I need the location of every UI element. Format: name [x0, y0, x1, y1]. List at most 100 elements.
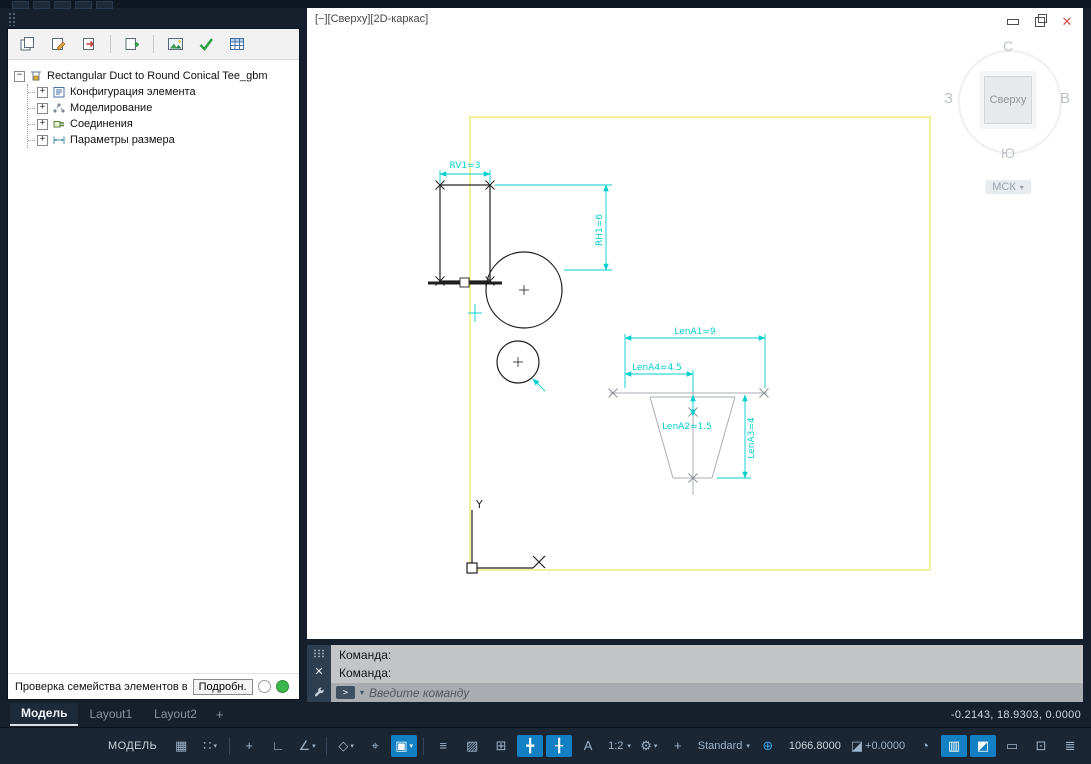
tree-item-dimension-parameters[interactable]: + Параметры размера	[28, 132, 293, 148]
transparency-icon: ▨	[465, 738, 479, 753]
command-prompt-icon[interactable]: >	[336, 686, 355, 699]
elevation-value: +0.0000	[865, 740, 906, 752]
viewcube-north[interactable]: С	[1003, 38, 1013, 54]
edit-family-icon	[52, 38, 66, 51]
isodraft-toggle[interactable]: ◇ ▾	[333, 735, 359, 757]
edit-family-button[interactable]	[45, 31, 71, 57]
qat-button[interactable]	[12, 1, 29, 9]
toolbar-separator	[110, 35, 111, 53]
expand-toggle[interactable]: +	[37, 86, 48, 98]
new-layout-button[interactable]: +	[208, 707, 232, 722]
tree-root-row[interactable]: − Rectangular Duct to Round Conical Tee_…	[14, 68, 293, 84]
family-panel-toolbar	[8, 29, 299, 60]
viewport-controls-label[interactable]: [−][Сверху][2D-каркас]	[315, 13, 428, 25]
monitor-icon: ▭	[1005, 738, 1019, 753]
graphics-performance-toggle[interactable]: ◩	[970, 735, 997, 757]
drag-grip-icon[interactable]	[313, 649, 325, 658]
expand-toggle[interactable]: +	[37, 118, 48, 130]
verify-family-button[interactable]	[193, 31, 219, 57]
export-family-button[interactable]	[76, 31, 102, 57]
dynamic-input-toggle[interactable]: +	[236, 735, 262, 757]
tree-root-label: Rectangular Duct to Round Conical Tee_gb…	[47, 70, 268, 82]
lineweight-toggle[interactable]: ≡	[430, 735, 456, 757]
tree-item-modeling[interactable]: + Моделирование	[28, 100, 293, 116]
expand-toggle[interactable]: +	[37, 134, 48, 146]
preview-image-icon	[167, 38, 183, 50]
viewcube-top-face[interactable]: Сверху	[984, 76, 1032, 124]
clean-screen-toggle[interactable]: ⊡	[1028, 735, 1054, 757]
dimension-labels: RV1=3 RH1=6 LenA1=9 LenA4=4.5 LenA2=1.5 …	[450, 161, 757, 459]
viewcube-east[interactable]: В	[1060, 90, 1070, 107]
transparency-toggle[interactable]: ▨	[459, 735, 485, 757]
status-indicator-ok	[275, 680, 289, 693]
round-connector-circles	[485, 251, 563, 384]
qat-button[interactable]	[75, 1, 92, 9]
annotation-monitor-toggle[interactable]: А	[575, 735, 601, 757]
object-snap-tracking-toggle[interactable]: ⌖	[362, 735, 388, 757]
chevron-down-icon: ▾	[312, 743, 316, 750]
family-types-button[interactable]	[14, 31, 40, 57]
isolate-objects-toggle[interactable]: ◔	[912, 735, 938, 757]
details-button[interactable]: Подробн.	[192, 678, 253, 695]
expand-toggle[interactable]: +	[37, 102, 48, 114]
polar-tracking-toggle[interactable]: ∠ ▾	[294, 735, 320, 757]
restore-icon	[1035, 14, 1047, 27]
wrench-icon[interactable]	[313, 686, 325, 698]
qat-button[interactable]	[96, 1, 113, 9]
grid-toggle[interactable]: ▦	[168, 735, 194, 757]
annotation-scale-button[interactable]: 1:2 ▾	[604, 735, 633, 757]
chevron-down-icon[interactable]: ▾	[360, 688, 364, 697]
system-monitor-button[interactable]: ▭	[999, 735, 1025, 757]
tab-layout1[interactable]: Layout1	[78, 704, 143, 725]
chevron-down-icon: ▾	[409, 743, 414, 750]
tree-item-configuration[interactable]: + Конфигурация элемента	[28, 84, 293, 100]
model-space-toggle[interactable]: МОДЕЛЬ	[100, 740, 165, 752]
tab-model[interactable]: Модель	[10, 703, 79, 726]
3d-object-snap-toggle[interactable]: ╋	[517, 735, 544, 757]
tab-layout2[interactable]: Layout2	[143, 704, 208, 725]
layout-tabs-row: Модель Layout1 Layout2 + -0.2143, 18.930…	[0, 702, 1091, 727]
tree-item-connections[interactable]: + Соединения	[28, 116, 293, 132]
qat-button[interactable]	[33, 1, 50, 9]
collapse-toggle[interactable]: −	[14, 70, 25, 82]
family-types-icon	[20, 37, 34, 51]
new-parameter-button[interactable]	[119, 31, 145, 57]
elevation-display: ◪ +0.0000	[849, 735, 909, 757]
modeling-icon	[52, 102, 66, 114]
geolocation-toggle[interactable]: ⊕	[755, 735, 781, 757]
ortho-icon: ∟	[271, 738, 285, 753]
duct-rectangle	[428, 184, 502, 285]
toolbar-separator	[153, 35, 154, 53]
customization-menu-button[interactable]: ≣	[1057, 735, 1083, 757]
length-value-display: 1066.8000	[788, 740, 841, 752]
viewcube-west[interactable]: З	[944, 90, 953, 107]
panel-drag-grip[interactable]	[8, 12, 16, 26]
ortho-toggle[interactable]: ∟	[265, 735, 291, 757]
workspace-switch-button[interactable]: ⚙ ▾	[636, 735, 662, 757]
coordinates-display[interactable]: -0.2143, 18.9303, 0.0000	[951, 709, 1091, 721]
restore-button[interactable]	[1032, 14, 1048, 29]
viewcube-south[interactable]: Ю	[1001, 145, 1015, 161]
parameter-table-button[interactable]	[224, 31, 250, 57]
preview-image-button[interactable]	[162, 31, 188, 57]
lineweight-icon: ≡	[439, 738, 447, 753]
close-button[interactable]: ✕	[1059, 15, 1075, 29]
command-input[interactable]: > ▾ Введите команду	[331, 683, 1083, 702]
object-snap-toggle[interactable]: ▣ ▾	[391, 735, 418, 757]
standard-style-selector[interactable]: Standard ▾	[694, 735, 752, 757]
minimize-button[interactable]	[1005, 15, 1021, 29]
snap-toggle[interactable]: ∷ ▾	[197, 735, 223, 757]
hatch-display-toggle[interactable]: ▥	[941, 735, 968, 757]
dynamic-ucs-toggle[interactable]: ╂	[546, 735, 573, 757]
annotation-visibility-toggle[interactable]: +	[665, 735, 691, 757]
annotation-scale-value: 1:2	[608, 740, 624, 752]
close-command-line-button[interactable]: ✕	[314, 666, 323, 678]
coordinate-system-menu[interactable]: МСК ▾	[985, 180, 1031, 194]
selection-cycling-toggle[interactable]: ⊞	[488, 735, 514, 757]
center-marks	[513, 285, 529, 367]
grip-square[interactable]	[459, 277, 470, 288]
annotation-monitor-icon: А	[583, 738, 593, 753]
separator	[326, 737, 328, 755]
qat-button[interactable]	[54, 1, 71, 9]
command-line-rail: ✕	[307, 645, 331, 702]
